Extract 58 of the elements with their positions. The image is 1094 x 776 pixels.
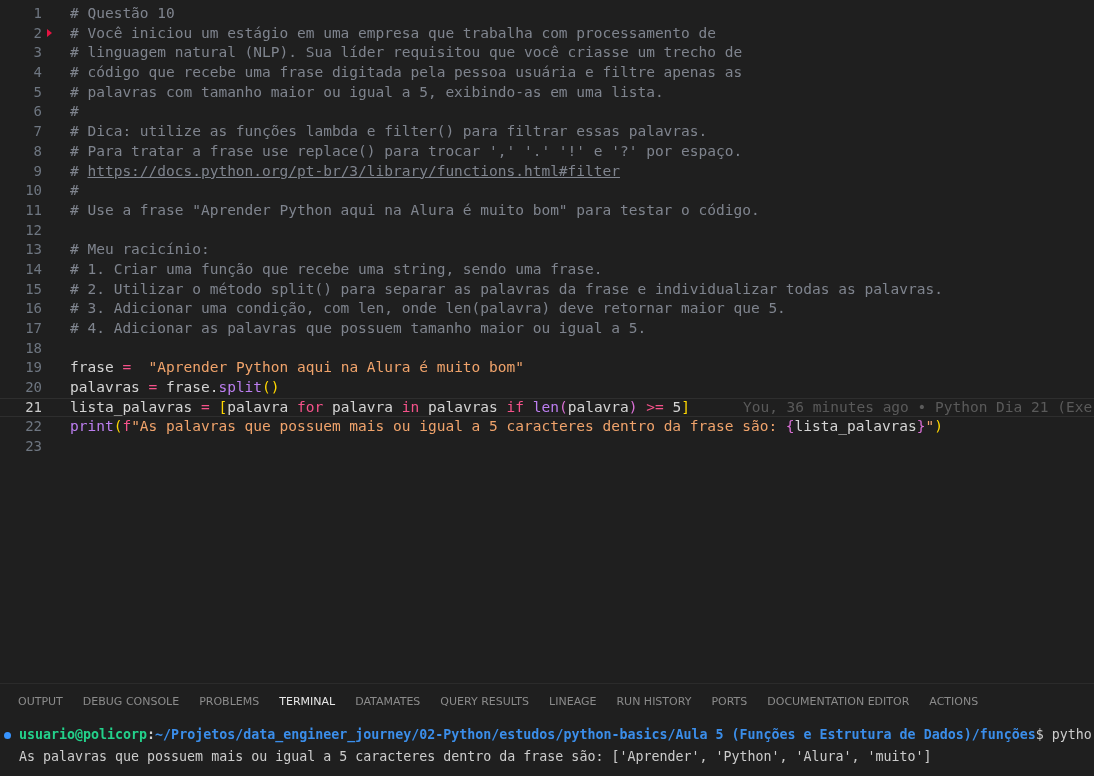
- code-line: #: [70, 102, 79, 122]
- line-number: 17: [25, 319, 42, 338]
- code-line: frase = "Aprender Python aqui na Alura é muito bom": [70, 358, 524, 378]
- line-number: 12: [25, 220, 42, 240]
- panel-tab[interactable]: LINEAGE: [539, 684, 607, 718]
- line-number: 21: [25, 398, 42, 417]
- line-number: 3: [33, 43, 42, 63]
- panel-tab[interactable]: ACTIONS: [919, 684, 989, 718]
- code-line: # 4. Adicionar as palavras que possuem tamanho maior ou igual a 5.: [70, 319, 647, 338]
- panel-tab[interactable]: DATAMATES: [345, 684, 431, 718]
- line-number: 5: [33, 82, 42, 102]
- panel-tab[interactable]: TERMINAL: [269, 684, 346, 718]
- panel-tab[interactable]: DEBUG CONSOLE: [72, 684, 190, 718]
- line-number: 10: [25, 181, 42, 201]
- code-line: lista_palavras = [palavra for palavra in palavras if len(palavra) >= 5]: [70, 398, 690, 417]
- line-number: 1: [33, 4, 42, 23]
- code-line: # Meu racicínio:: [70, 240, 210, 260]
- line-number: 16: [25, 299, 42, 319]
- circle-icon: [4, 732, 11, 739]
- code-line: # 3. Adicionar uma condição, com len, onde len(palavra) deve retornar maior que 5.: [70, 299, 786, 319]
- terminal-output: As palavras que possuem mais ou igual a 5 caracteres dentro da frase são: ['Aprender', 'Python', 'Alura', 'muito']: [19, 748, 932, 766]
- line-number: 23: [25, 437, 42, 457]
- line-number: 2: [33, 23, 42, 43]
- code-line: # Para tratar a frase use replace() para trocar ',' '.' '!' e '?' por espaço.: [70, 141, 743, 161]
- line-number: 14: [25, 259, 42, 279]
- blame-annotation: You, 36 minutes ago • Python Dia 21 (Exe: [742, 398, 1093, 417]
- panel-tab[interactable]: PORTS: [701, 684, 758, 718]
- code-line: # Você iniciou um estágio em uma empresa que trabalha com processamento de: [70, 23, 716, 43]
- code-line: # Dica: utilize as funções lambda e filter() para filtrar essas palavras.: [70, 122, 708, 142]
- line-number: 8: [33, 141, 42, 161]
- line-number: 22: [25, 417, 42, 437]
- code-line: # linguagem natural (NLP). Sua líder requisitou que você criasse um trecho de: [70, 43, 743, 63]
- code-line: # palavras com tamanho maior ou igual a 5, exibindo-as em uma lista.: [70, 82, 664, 102]
- line-number: 9: [33, 161, 42, 181]
- line-number: 6: [33, 102, 42, 122]
- code-line: # 1. Criar uma função que recebe uma string, sendo uma frase.: [70, 259, 603, 279]
- code-line: print(f"As palavras que possuem mais ou igual a 5 caracteres dentro da frase são: {lista_palavras}"): [70, 417, 943, 437]
- code-line: # Use a frase "Aprender Python aqui na Alura é muito bom" para testar o código.: [70, 200, 760, 220]
- code-line: # 2. Utilizar o método split() para separar as palavras da frase e individualizar todas as palavras.: [70, 279, 943, 299]
- panel-tab[interactable]: QUERY RESULTS: [430, 684, 540, 718]
- code-line: #: [70, 181, 79, 201]
- code-line: # Questão 10: [70, 4, 175, 23]
- line-number: 11: [25, 200, 42, 220]
- line-number: 20: [25, 378, 42, 398]
- panel-tab[interactable]: DOCUMENTATION EDITOR: [757, 684, 920, 718]
- line-number: 19: [25, 358, 42, 378]
- terminal-prompt: usuario@policorp:~/Projetos/data_engineer_journey/02-Python/estudos/python-basics/Aula 5 (Funções e Estrutura de Dados)/funções$ pytho: [19, 726, 1092, 745]
- panel-tab[interactable]: RUN HISTORY: [606, 684, 702, 718]
- line-number: 7: [33, 122, 42, 142]
- line-number: 4: [33, 63, 42, 83]
- line-number: 15: [25, 279, 42, 299]
- code-line: # https://docs.python.org/pt-br/3/library/functions.html#filter: [70, 161, 620, 181]
- code-line: palavras = frase.split(): [70, 378, 280, 398]
- line-number: 18: [25, 338, 42, 358]
- line-number: 13: [25, 240, 42, 260]
- code-line: # código que recebe uma frase digitada pela pessoa usuária e filtre apenas as: [70, 63, 743, 83]
- panel-tab[interactable]: PROBLEMS: [189, 684, 270, 718]
- panel-tab[interactable]: OUTPUT: [8, 684, 73, 718]
